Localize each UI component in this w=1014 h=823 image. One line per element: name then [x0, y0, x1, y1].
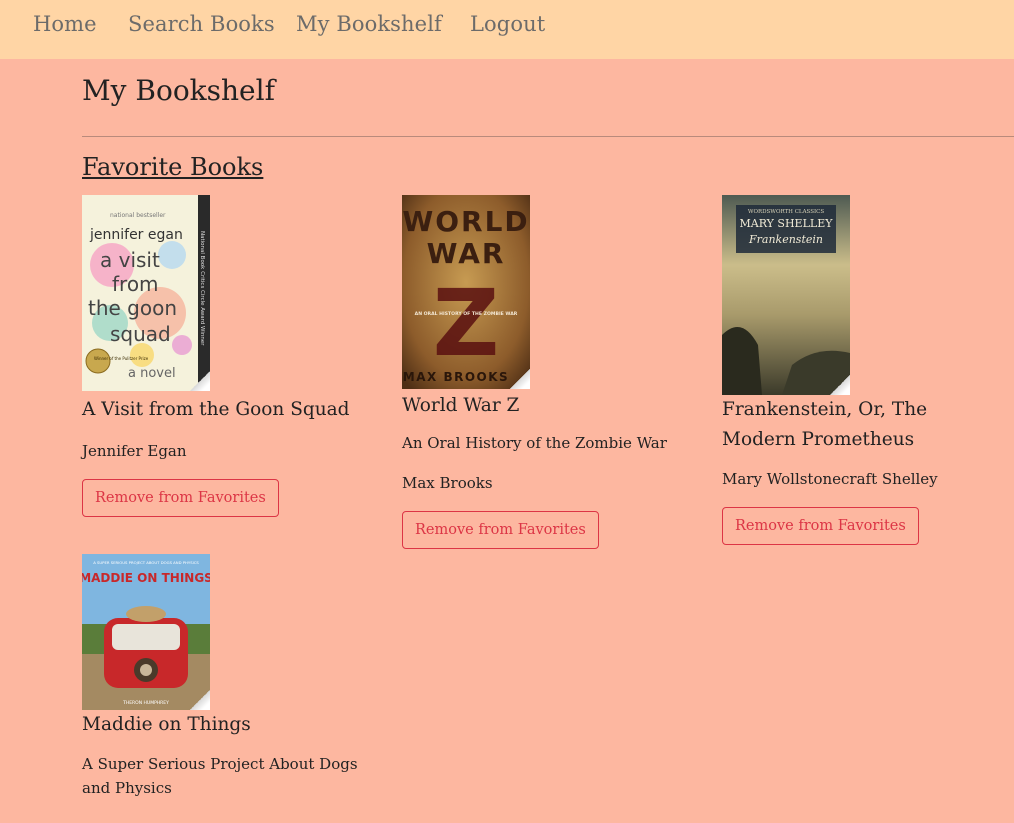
book-author: Max Brooks [402, 474, 493, 492]
page-curl-icon [190, 371, 210, 391]
page-curl-icon [190, 690, 210, 710]
cover-author-text: MAX BROOKS [403, 370, 509, 384]
book-title: A Visit from the Goon Squad [82, 399, 350, 420]
cover-title-line: from [112, 272, 159, 296]
cover-top-text: national bestseller [110, 212, 166, 219]
cover-author-text: THERON HUMPHREY [122, 700, 169, 706]
cover-title-text: Frankenstein [748, 233, 823, 246]
cover-title-letter: Z [433, 270, 500, 377]
page-title: My Bookshelf [82, 74, 275, 107]
cover-tagline: A SUPER SERIOUS PROJECT ABOUT DOGS AND P… [93, 560, 199, 565]
book-title: Frankenstein, Or, The Modern Prometheus [722, 399, 928, 450]
cover-title-text: MADDIE ON THINGS [82, 571, 210, 585]
book-cover[interactable]: WORDSWORTH CLASSICS MARY SHELLEY Franken… [722, 195, 850, 395]
nav-link-search-books[interactable]: Search Books [128, 12, 275, 36]
book-title: World War Z [402, 395, 520, 416]
section-title-favorite-books: Favorite Books [82, 153, 264, 181]
nav-link-home[interactable]: Home [33, 12, 97, 36]
cover-author-text: MARY SHELLEY [740, 217, 834, 230]
cover-tagline: AN ORAL HISTORY OF THE ZOMBIE WAR [415, 311, 518, 317]
book-cover[interactable]: WORLD WAR Z AN ORAL HISTORY OF THE ZOMBI… [402, 195, 530, 389]
book-card: national bestseller jennifer egan a visi… [82, 195, 382, 517]
cover-title-line: WAR [427, 237, 506, 270]
book-author: Jennifer Egan [82, 442, 187, 460]
cover-title-line: the goon [88, 296, 177, 320]
cover-spine-text: National Book Critics Circle Award Winne… [199, 231, 205, 346]
book-cover[interactable]: A SUPER SERIOUS PROJECT ABOUT DOGS AND P… [82, 554, 210, 710]
book-cover[interactable]: national bestseller jennifer egan a visi… [82, 195, 210, 391]
cover-title-line: squad [110, 322, 171, 346]
book-title: Maddie on Things [82, 714, 251, 735]
cover-title-line: a visit [100, 248, 160, 272]
nav-link-logout[interactable]: Logout [470, 12, 545, 36]
cover-title-line: WORLD [402, 205, 529, 238]
book-subtitle: A Super Serious Project About Dogs and P… [82, 755, 358, 797]
book-card: WORLD WAR Z AN ORAL HISTORY OF THE ZOMBI… [402, 195, 702, 549]
book-author: Mary Wollstonecraft Shelley [722, 470, 938, 488]
cover-series-text: WORDSWORTH CLASSICS [748, 209, 825, 215]
navbar: Home Search Books My Bookshelf Logout [0, 0, 1014, 59]
remove-from-favorites-button[interactable]: Remove from Favorites [402, 511, 599, 549]
book-card: A SUPER SERIOUS PROJECT ABOUT DOGS AND P… [82, 554, 372, 800]
cover-tagline: a novel [128, 366, 176, 381]
divider [82, 136, 1014, 137]
cover-author-text: jennifer egan [89, 227, 183, 243]
book-card: WORDSWORTH CLASSICS MARY SHELLEY Franken… [722, 195, 1002, 545]
remove-from-favorites-button[interactable]: Remove from Favorites [82, 479, 279, 517]
nav-link-my-bookshelf[interactable]: My Bookshelf [296, 12, 442, 36]
cover-badge-text: Winner of the Pulitzer Prize [94, 356, 149, 361]
page-curl-icon [830, 375, 850, 395]
remove-from-favorites-button[interactable]: Remove from Favorites [722, 507, 919, 545]
book-subtitle: An Oral History of the Zombie War [402, 434, 667, 452]
page-curl-icon [510, 369, 530, 389]
